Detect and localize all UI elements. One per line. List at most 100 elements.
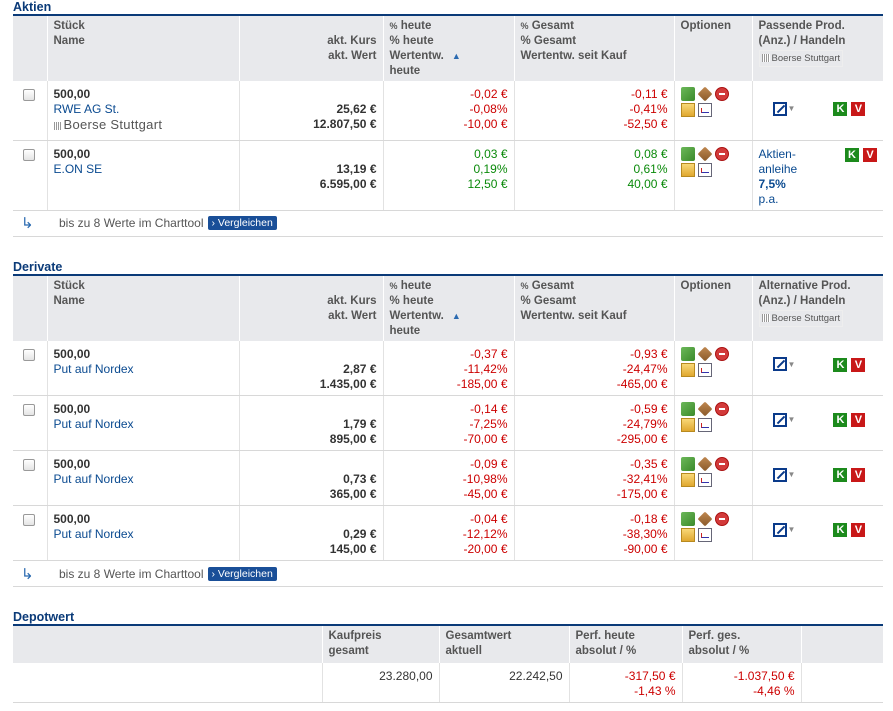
header-kurs[interactable]: akt. Kurs <box>246 34 377 49</box>
verkaufen-button[interactable]: V <box>851 358 865 372</box>
sort-up-icon[interactable]: ▲ <box>452 311 461 321</box>
header-pct-gesamt[interactable]: % Gesamt <box>521 34 668 49</box>
charttool-footer: ↳ bis zu 8 Werte im Charttool › Vergleic… <box>13 561 883 587</box>
chevron-down-icon[interactable]: ▼ <box>788 415 796 424</box>
header-pct-gesamt[interactable]: % Gesamt <box>521 294 668 309</box>
delete-icon[interactable] <box>715 457 729 471</box>
sort-up-icon[interactable]: ▲ <box>452 51 461 61</box>
row-checkbox[interactable] <box>23 514 35 526</box>
edit-icon[interactable] <box>697 146 712 161</box>
verkaufen-button[interactable]: V <box>851 468 865 482</box>
delete-icon[interactable] <box>715 347 729 361</box>
buy-icon[interactable] <box>681 512 695 526</box>
delete-icon[interactable] <box>715 402 729 416</box>
delete-icon[interactable] <box>715 147 729 161</box>
buy-icon[interactable] <box>681 147 695 161</box>
verkaufen-button[interactable]: V <box>851 523 865 537</box>
header-wertentw-kauf[interactable]: Wertentw. seit Kauf <box>521 309 668 324</box>
header-gesamt[interactable]: Gesamt <box>532 280 574 292</box>
chart-icon[interactable] <box>698 473 712 487</box>
row-checkbox[interactable] <box>23 349 35 361</box>
buy-icon[interactable] <box>681 457 695 471</box>
edit-icon[interactable] <box>697 87 712 102</box>
row-qty: 500,00 <box>54 87 233 102</box>
row-name-link[interactable]: Put auf Nordex <box>54 527 233 542</box>
header-name: Name <box>54 294 233 309</box>
note-icon[interactable] <box>681 528 695 542</box>
chevron-down-icon[interactable]: ▼ <box>788 104 796 113</box>
buy-icon[interactable] <box>681 347 695 361</box>
row-gesamt-pct: 0,61% <box>521 162 668 177</box>
kaufen-button[interactable]: K <box>833 102 847 116</box>
depotwert-row: 23.280,00 22.242,50 -317,50 €-1,43 % -1.… <box>13 663 883 702</box>
chevron-down-icon[interactable]: ▼ <box>788 470 796 479</box>
header-wertentw[interactable]: Wertentw. <box>390 50 444 62</box>
header-wert[interactable]: akt. Wert <box>246 49 377 64</box>
edit-icon[interactable] <box>697 346 712 361</box>
row-heute-wert: -20,00 € <box>390 542 508 557</box>
row-checkbox[interactable] <box>23 149 35 161</box>
percent-icon: % <box>390 281 398 291</box>
row-name-link[interactable]: Put auf Nordex <box>54 472 233 487</box>
row-name-link[interactable]: Put auf Nordex <box>54 362 233 377</box>
row-heute-wert: 12,50 € <box>390 177 508 192</box>
edit-icon[interactable] <box>697 402 712 417</box>
kaufen-button[interactable]: K <box>833 358 847 372</box>
note-icon[interactable] <box>681 418 695 432</box>
header-pct-heute[interactable]: % heute <box>390 34 508 49</box>
edit-icon[interactable] <box>697 457 712 472</box>
aktienanleihe-link[interactable]: Aktien- anleihe 7,5% p.a. <box>759 147 798 207</box>
row-checkbox[interactable] <box>23 459 35 471</box>
table-row: 500,00Put auf Nordex 2,87 €1.435,00 € -0… <box>13 341 883 396</box>
row-checkbox[interactable] <box>23 404 35 416</box>
chevron-down-icon[interactable]: ▼ <box>788 360 796 369</box>
row-name-link[interactable]: RWE AG St. <box>54 102 233 117</box>
chart-icon[interactable] <box>698 418 712 432</box>
edit-icon[interactable] <box>697 512 712 527</box>
header-kurs[interactable]: akt. Kurs <box>246 294 377 309</box>
delete-icon[interactable] <box>715 512 729 526</box>
note-icon[interactable] <box>681 363 695 377</box>
vergleichen-button[interactable]: › Vergleichen <box>208 216 277 230</box>
row-name-link[interactable]: Put auf Nordex <box>54 417 233 432</box>
db-logo-icon[interactable] <box>773 102 787 116</box>
db-logo-icon[interactable] <box>773 468 787 482</box>
row-name-link[interactable]: E.ON SE <box>54 162 233 177</box>
db-logo-icon[interactable] <box>773 413 787 427</box>
header-wert[interactable]: akt. Wert <box>246 309 377 324</box>
header-heute[interactable]: heute <box>401 280 432 292</box>
chart-icon[interactable] <box>698 363 712 377</box>
note-icon[interactable] <box>681 163 695 177</box>
row-gesamt-pct: -32,41% <box>521 472 668 487</box>
db-logo-icon[interactable] <box>773 523 787 537</box>
chart-icon[interactable] <box>698 528 712 542</box>
row-kurs: 2,87 € <box>246 362 377 377</box>
row-wert: 145,00 € <box>246 542 377 557</box>
verkaufen-button[interactable]: V <box>863 148 877 162</box>
row-gesamt-pct: -38,30% <box>521 527 668 542</box>
row-kurs: 25,62 € <box>246 102 377 117</box>
header-wertentw-kauf[interactable]: Wertentw. seit Kauf <box>521 49 668 64</box>
kaufen-button[interactable]: K <box>845 148 859 162</box>
db-logo-icon[interactable] <box>773 357 787 371</box>
buy-icon[interactable] <box>681 402 695 416</box>
kaufen-button[interactable]: K <box>833 413 847 427</box>
header-heute[interactable]: heute <box>401 20 432 32</box>
chart-icon[interactable] <box>698 163 712 177</box>
buy-icon[interactable] <box>681 87 695 101</box>
delete-icon[interactable] <box>715 87 729 101</box>
verkaufen-button[interactable]: V <box>851 102 865 116</box>
kaufen-button[interactable]: K <box>833 468 847 482</box>
vergleichen-button[interactable]: › Vergleichen <box>208 567 277 581</box>
verkaufen-button[interactable]: V <box>851 413 865 427</box>
row-checkbox[interactable] <box>23 89 35 101</box>
header-wertentw[interactable]: Wertentw. <box>390 310 444 322</box>
note-icon[interactable] <box>681 103 695 117</box>
header-pct-heute[interactable]: % heute <box>390 294 508 309</box>
header-gesamt[interactable]: Gesamt <box>532 20 574 32</box>
aktien-title: Aktien <box>0 0 893 14</box>
note-icon[interactable] <box>681 473 695 487</box>
kaufen-button[interactable]: K <box>833 523 847 537</box>
chevron-down-icon[interactable]: ▼ <box>788 525 796 534</box>
chart-icon[interactable] <box>698 103 712 117</box>
